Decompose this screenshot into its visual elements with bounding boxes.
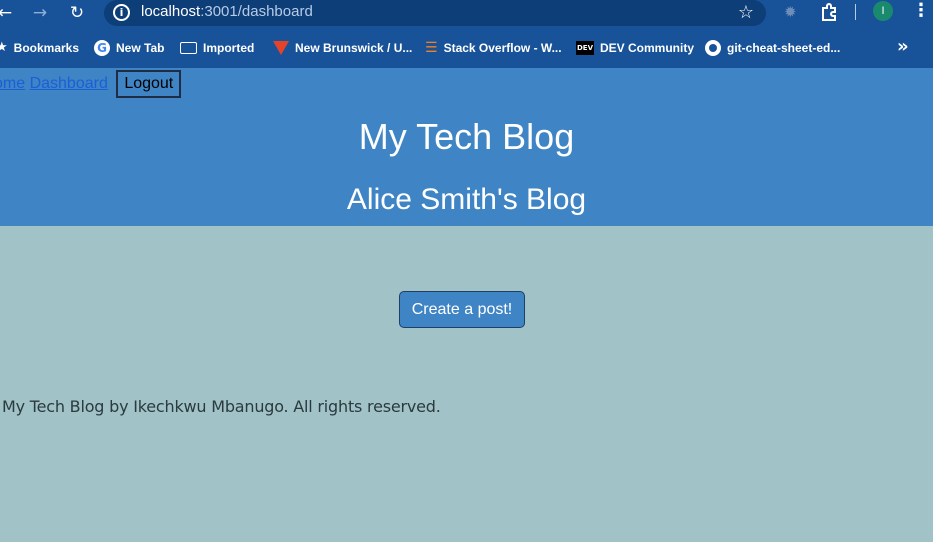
nav-home-link[interactable]: ome	[0, 75, 25, 92]
bookmark-label: DEV Community	[600, 40, 695, 55]
footer-copyright: My Tech Blog by Ikechkwu Mbanugo. All ri…	[2, 397, 441, 416]
bookmark-label: Stack Overflow - W...	[443, 41, 562, 55]
site-info-icon[interactable]: i	[113, 4, 130, 21]
toolbar-divider	[855, 4, 856, 20]
bookmark-label: New Brunswick / U...	[295, 40, 413, 55]
url-path: :3001/dashboard	[200, 3, 313, 20]
bookmark-git-cheat-sheet[interactable]: git-cheat-sheet-ed...	[705, 40, 840, 58]
forward-arrow-icon[interactable]: →	[28, 2, 52, 24]
nav-dashboard-link[interactable]: Dashboard	[30, 75, 108, 92]
browser-menu-icon[interactable]: ⋮	[912, 0, 930, 21]
bookmark-label: Imported	[203, 40, 255, 55]
bookmark-dev-community[interactable]: DEV DEV Community	[576, 40, 694, 58]
bookmark-label: New Tab	[116, 41, 165, 55]
page-title: My Tech Blog	[358, 116, 575, 157]
folder-icon	[180, 41, 197, 54]
site-nav: ome Dashboard Logout	[0, 70, 182, 99]
bookmark-label: Bookmarks	[13, 40, 80, 55]
stackoverflow-icon: ☰	[425, 40, 438, 56]
more-bookmarks-chevron-icon[interactable]: »	[897, 36, 909, 57]
bookmark-star-icon[interactable]: ☆	[738, 2, 754, 23]
bookmark-bookmarks[interactable]: ★ Bookmarks	[0, 40, 79, 58]
dev-icon: DEV	[576, 40, 594, 55]
reload-icon[interactable]: ↻	[65, 2, 89, 24]
google-icon: G	[94, 40, 110, 56]
bookmark-new-tab[interactable]: G New Tab	[94, 40, 164, 58]
gitlab-icon	[273, 40, 289, 55]
bookmark-stack-overflow[interactable]: ☰ Stack Overflow - W...	[425, 40, 562, 58]
extensions-puzzle-icon[interactable]	[819, 2, 839, 22]
logout-button[interactable]: Logout	[116, 70, 182, 98]
bookmarks-bar: ★ Bookmarks G New Tab Imported New Brunswi…	[0, 30, 933, 68]
bug-extension-icon[interactable]: ✹	[784, 3, 797, 21]
blog-owner-heading: Alice Smith's Blog	[346, 183, 587, 216]
create-post-button[interactable]: Create a post!	[399, 291, 525, 328]
url-text[interactable]: localhost:3001/dashboard	[141, 3, 313, 20]
bookmark-new-brunswick[interactable]: New Brunswick / U...	[273, 40, 412, 58]
site-header: ome Dashboard Logout My Tech Blog Alice …	[0, 68, 933, 226]
url-host: localhost	[141, 3, 201, 20]
profile-avatar[interactable]: I	[873, 1, 893, 21]
address-bar[interactable]: i localhost:3001/dashboard ☆	[104, 0, 766, 26]
bookmark-imported[interactable]: Imported	[180, 40, 254, 58]
back-arrow-icon[interactable]: ←	[0, 2, 17, 24]
bookmark-label: git-cheat-sheet-ed...	[727, 41, 841, 55]
star-icon: ★	[0, 40, 8, 56]
github-icon	[705, 40, 721, 56]
browser-toolbar: ← → ↻ i localhost:3001/dashboard ☆ ✹ I ⋮	[0, 0, 933, 30]
